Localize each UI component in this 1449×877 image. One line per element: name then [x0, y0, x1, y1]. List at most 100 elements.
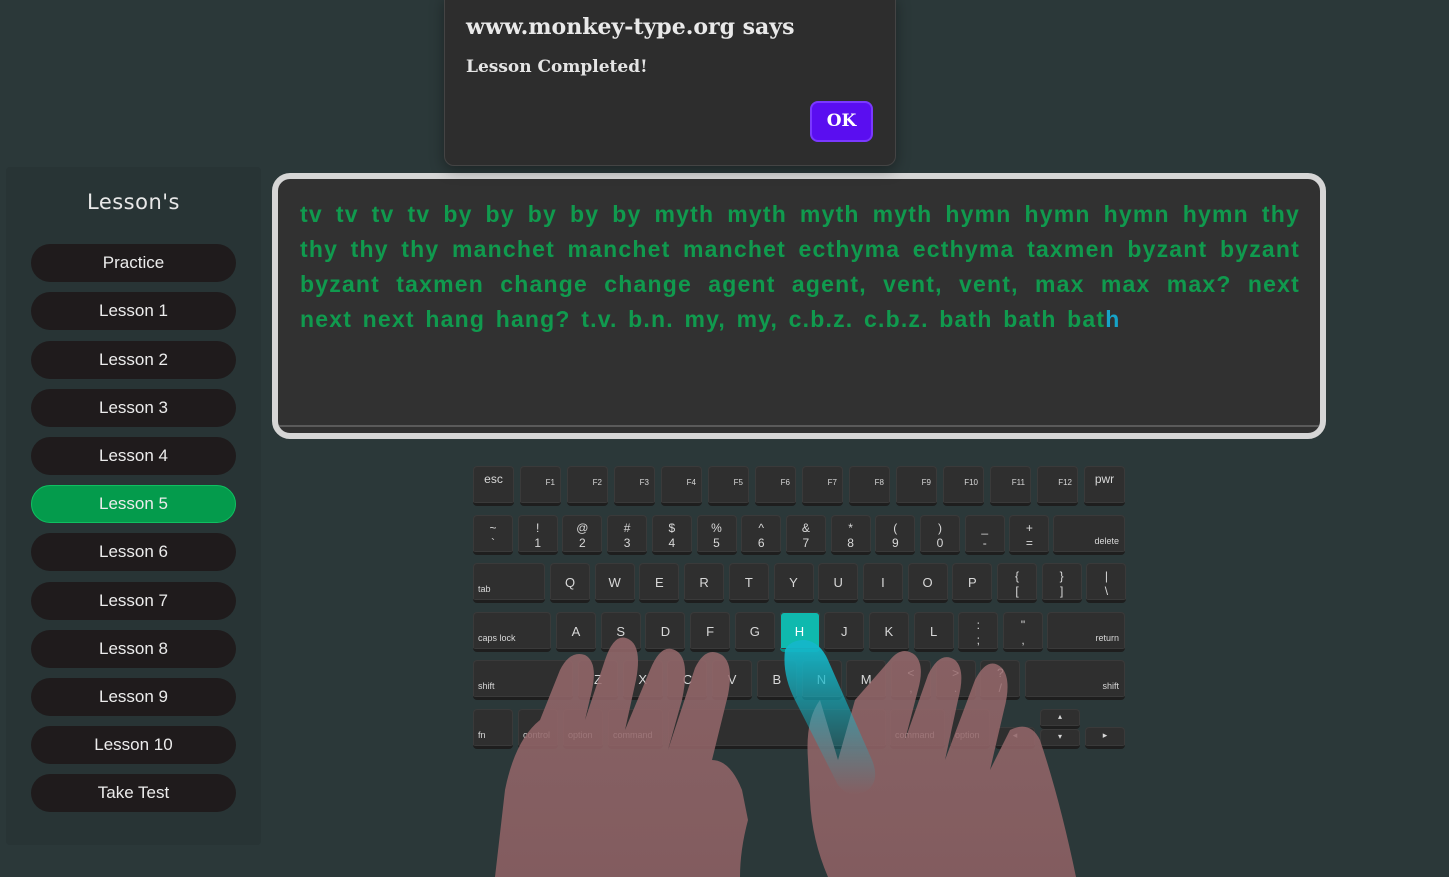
key-bracket-1: }]	[1041, 563, 1082, 603]
key-s: S	[600, 612, 641, 652]
key-arrow-up: ▴	[1040, 709, 1080, 729]
key-num-4-shift-label: $	[668, 521, 676, 535]
key-f12-label: F12	[1058, 478, 1072, 487]
key-f8-label: F8	[874, 478, 884, 487]
key-arrow-left: ◂	[995, 727, 1035, 749]
key-bracket-0: {[	[997, 563, 1037, 603]
sidebar-item-lesson-5[interactable]: Lesson 5	[31, 485, 236, 523]
key-num-1-shift-label: !	[536, 521, 540, 535]
key-esc: esc	[473, 466, 514, 506]
key-m-label: M	[860, 672, 872, 687]
key-option-left: option	[563, 709, 603, 749]
key-f10: F10	[943, 466, 984, 506]
key-arrow-down: ▾	[1040, 729, 1080, 749]
key-k-label: K	[884, 624, 894, 639]
key-delete-label: delete	[1094, 536, 1119, 546]
key-esc-label: esc	[484, 472, 503, 486]
key-bracket-1-shift-label: }	[1059, 569, 1064, 583]
key-num-9-base-label: 9	[891, 536, 899, 550]
key-bottomsym-1: >.	[935, 660, 976, 700]
key-num-4-base-label: 4	[668, 536, 676, 550]
key-homesym-1-shift-label: "	[1020, 618, 1026, 632]
key-num-8-shift-label: *	[848, 521, 853, 535]
key-num-3-base-label: 3	[623, 536, 631, 550]
key-num-5: % 5	[696, 515, 737, 555]
key-f2: F2	[567, 466, 608, 506]
key-control: control	[518, 709, 558, 749]
key-homesym-0: :;	[958, 612, 999, 652]
key-num-0-base-label: `	[491, 536, 495, 550]
key-x-label: X	[638, 672, 648, 687]
key-homesym-0-shift-label: :	[976, 618, 980, 632]
key-shift-left: shift	[473, 660, 573, 700]
key-h: H	[779, 612, 820, 652]
key-space	[668, 709, 886, 749]
key-homesym-0-base-label: ;	[976, 633, 980, 647]
key-f5-label: F5	[733, 478, 743, 487]
key-num-2-shift-label: @	[576, 521, 589, 535]
key-num-9: (9	[875, 515, 916, 555]
key-f2-label: F2	[592, 478, 602, 487]
on-screen-keyboard: esc F1 F2 F3 F4 F5 F6 F7 F8 F9 F10 F11 F12 pwr ~ `! 1 @2 #…	[470, 463, 1130, 753]
sidebar-item-lesson-8[interactable]: Lesson 8	[31, 630, 236, 668]
key-return: return	[1047, 612, 1125, 652]
key-bottomsym-0-shift-label: <	[907, 666, 915, 680]
key-g-label: G	[749, 624, 760, 639]
key-v-label: V	[727, 672, 737, 687]
key-f5: F5	[708, 466, 749, 506]
key-shift-right-label: shift	[1102, 681, 1119, 691]
key-option-right: option	[950, 709, 990, 749]
key-q: Q	[550, 563, 590, 603]
key-bottomsym-2: ? /	[980, 660, 1021, 700]
key-num-7-base-label: 7	[802, 536, 810, 550]
key-num-1-base-label: 1	[534, 536, 542, 550]
key-num-4: $4	[651, 515, 692, 555]
key-f: F	[690, 612, 731, 652]
key-num-5-base-label: 5	[713, 536, 720, 550]
text-panel-divider	[278, 425, 1320, 427]
key-command-right: command	[890, 709, 945, 749]
key-shift-left-label: shift	[478, 681, 495, 691]
sidebar-item-lesson-6[interactable]: Lesson 6	[31, 533, 236, 571]
key-caps-lock-label: caps lock	[478, 633, 516, 643]
sidebar-item-lesson-10[interactable]: Lesson 10	[31, 726, 236, 764]
key-num-2-base-label: 2	[579, 536, 586, 550]
key-option-left-label: option	[568, 730, 593, 740]
sidebar-item-lesson-3[interactable]: Lesson 3	[31, 389, 236, 427]
key-m: M	[846, 660, 887, 700]
key-z-label: Z	[594, 672, 602, 687]
key-pwr: pwr	[1084, 466, 1125, 506]
key-bottomsym-2-base-label: /	[998, 681, 1002, 695]
key-f6: F6	[755, 466, 796, 506]
key-delete: delete	[1053, 515, 1125, 555]
sidebar-item-lesson-1[interactable]: Lesson 1	[31, 292, 236, 330]
key-f1: F1	[520, 466, 561, 506]
key-f6-label: F6	[780, 478, 790, 487]
sidebar-item-practice[interactable]: Practice	[31, 244, 236, 282]
sidebar-item-take-test[interactable]: Take Test	[31, 774, 236, 812]
sidebar-item-lesson-7[interactable]: Lesson 7	[31, 582, 236, 620]
dialog-title: www.monkey-type.org says	[466, 14, 795, 40]
typing-text-panel[interactable]: tv tv tv tv by by by by by myth myth myt…	[272, 173, 1326, 439]
key-shift-right: shift	[1025, 660, 1125, 700]
sidebar-item-lesson-9[interactable]: Lesson 9	[31, 678, 236, 716]
key-u: U	[818, 563, 859, 603]
key-num-0: ~ `	[473, 515, 513, 555]
key-num-5-shift-label: %	[711, 521, 722, 535]
ok-button[interactable]: OK	[810, 101, 873, 142]
sidebar-item-lesson-2[interactable]: Lesson 2	[31, 341, 236, 379]
typed-text: tv tv tv tv by by by by by myth myth myt…	[300, 201, 1300, 332]
key-command-left-label: command	[613, 730, 653, 740]
key-num-12: + =	[1009, 515, 1050, 555]
current-char: h	[1105, 306, 1121, 332]
key-f11-label: F11	[1011, 478, 1025, 487]
key-tab-label: tab	[478, 584, 491, 594]
sidebar-item-lesson-4[interactable]: Lesson 4	[31, 437, 236, 475]
key-l-label: L	[929, 624, 938, 639]
key-q-label: Q	[564, 575, 576, 590]
key-h-label: H	[794, 624, 805, 639]
key-g: G	[734, 612, 775, 652]
key-r: R	[684, 563, 725, 603]
key-fn-label: fn	[478, 730, 486, 740]
key-arrow-right-label: ▸	[1102, 730, 1108, 740]
